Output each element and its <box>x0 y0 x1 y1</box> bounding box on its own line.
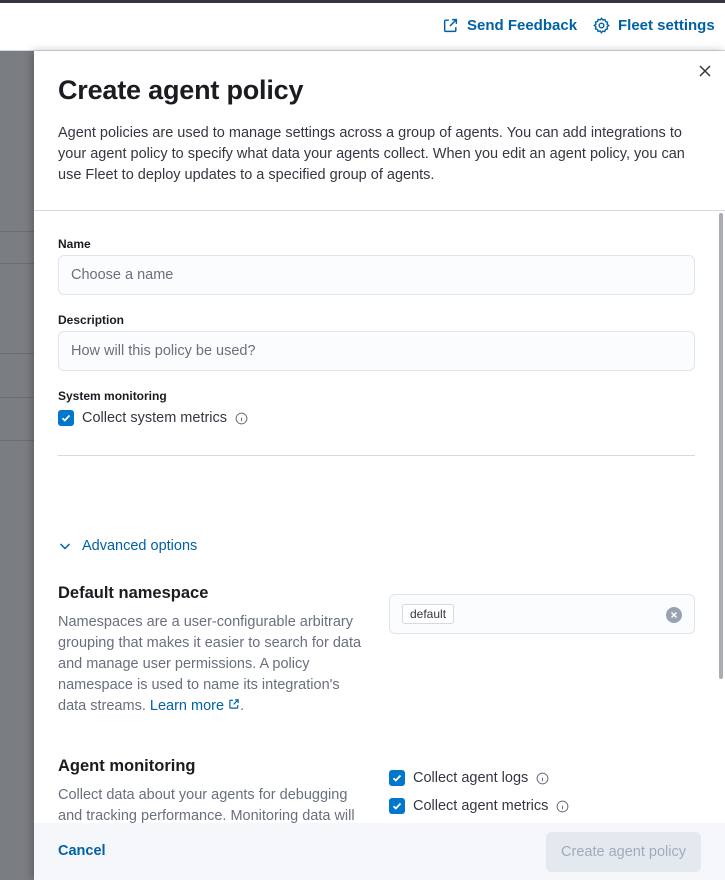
default-namespace-title: Default namespace <box>58 584 209 602</box>
advanced-options-label: Advanced options <box>82 538 198 554</box>
page-title: Create agent policy <box>58 75 304 105</box>
default-namespace-description: Namespaces are a user-configurable arbit… <box>58 612 368 717</box>
send-feedback-link[interactable]: Send Feedback <box>442 17 577 34</box>
learn-more-label: Learn more <box>149 698 225 714</box>
info-icon[interactable] <box>235 412 248 425</box>
fleet-settings-label: Fleet settings <box>618 17 715 34</box>
collect-agent-logs-checkbox[interactable] <box>389 770 405 786</box>
external-link-icon <box>229 699 239 709</box>
section-divider <box>58 455 695 456</box>
external-link-icon <box>443 18 458 33</box>
gear-icon <box>593 17 610 34</box>
collect-system-metrics-checkbox[interactable] <box>58 410 74 426</box>
chevron-down-icon <box>59 543 71 550</box>
agent-monitoring-title: Agent monitoring <box>58 757 196 775</box>
info-icon[interactable] <box>556 800 569 813</box>
overlay-divider <box>0 440 34 441</box>
namespace-pill: default <box>402 604 455 624</box>
collect-agent-metrics-label: Collect agent metrics <box>413 798 549 814</box>
description-period: . <box>240 698 245 714</box>
cancel-button[interactable]: Cancel <box>58 843 106 859</box>
flyout-footer: Cancel Create agent policy <box>34 823 725 880</box>
name-label: Name <box>58 237 91 251</box>
default-namespace-section: Default namespace Namespaces are a user-… <box>58 584 368 717</box>
overlay-divider <box>0 353 34 354</box>
overlay-divider <box>0 397 34 398</box>
top-bar: Send Feedback Fleet settings <box>0 0 725 51</box>
namespace-combobox[interactable]: default <box>389 594 695 634</box>
send-feedback-label: Send Feedback <box>467 17 578 34</box>
name-field[interactable] <box>58 255 695 295</box>
header-divider <box>34 210 725 211</box>
collect-agent-metrics-row: Collect agent metrics <box>389 798 569 814</box>
advanced-options-toggle[interactable]: Advanced options <box>58 538 197 554</box>
clear-icon[interactable] <box>666 607 682 623</box>
flyout-header: Create agent policy Agent policies are u… <box>58 75 703 186</box>
close-icon <box>670 611 678 619</box>
overlay-divider <box>0 231 34 232</box>
scrollbar[interactable] <box>719 213 723 679</box>
collect-agent-logs-row: Collect agent logs <box>389 770 549 786</box>
learn-more-link[interactable]: Learn more <box>150 698 240 714</box>
create-policy-flyout: Create agent policy Agent policies are u… <box>34 51 725 880</box>
checkmark-icon <box>392 774 402 782</box>
checkmark-icon <box>392 802 402 810</box>
collect-agent-logs-label: Collect agent logs <box>413 770 529 786</box>
collect-system-metrics-label: Collect system metrics <box>82 410 228 426</box>
create-agent-policy-button[interactable]: Create agent policy <box>546 832 701 872</box>
description-field[interactable] <box>58 331 695 371</box>
flyout-description: Agent policies are used to manage settin… <box>58 125 685 183</box>
fleet-settings-link[interactable]: Fleet settings <box>593 17 715 34</box>
info-icon[interactable] <box>536 772 549 785</box>
collect-agent-metrics-checkbox[interactable] <box>389 798 405 814</box>
description-label: Description <box>58 313 125 327</box>
system-monitoring-label: System monitoring <box>58 389 167 403</box>
collect-system-metrics-row: Collect system metrics <box>58 410 248 426</box>
checkmark-icon <box>61 414 71 422</box>
overlay-divider <box>0 263 34 264</box>
